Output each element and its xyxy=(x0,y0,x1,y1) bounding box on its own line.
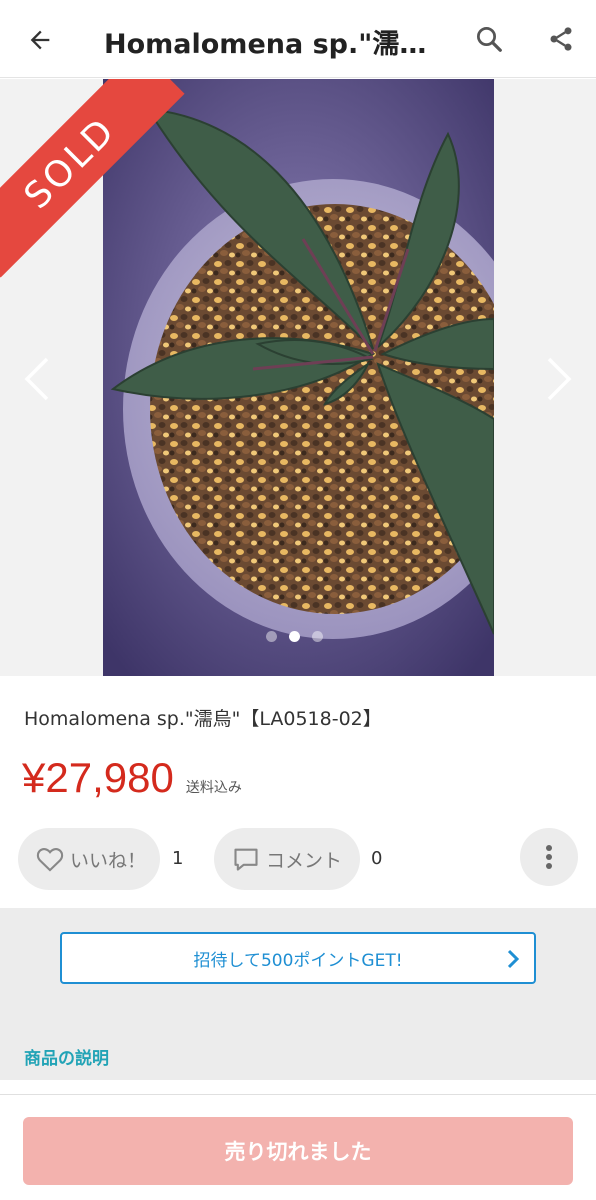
share-button[interactable] xyxy=(538,16,584,62)
chevron-left-icon xyxy=(24,357,49,401)
description-section-title: 商品の説明 xyxy=(24,1049,109,1069)
page-title: Homalomena sp."濡烏"… xyxy=(104,29,434,60)
back-button[interactable] xyxy=(18,18,62,62)
like-button[interactable]: いいね！ xyxy=(18,828,160,890)
price: ¥27,980 xyxy=(22,754,174,801)
price-row: ¥27,980 送料込み xyxy=(22,754,242,802)
product-name: Homalomena sp."濡烏"【LA0518-02】 xyxy=(24,708,382,730)
next-image-button[interactable] xyxy=(540,349,580,409)
heart-icon xyxy=(36,848,64,872)
more-vertical-icon xyxy=(546,845,552,869)
prev-image-button[interactable] xyxy=(16,349,56,409)
comment-count: 0 xyxy=(371,848,383,869)
app-header: Homalomena sp."濡烏"… xyxy=(0,0,596,78)
plant-photo xyxy=(103,79,494,676)
search-button[interactable] xyxy=(466,16,512,62)
comment-icon xyxy=(234,848,258,871)
pagination-dot[interactable] xyxy=(266,631,277,642)
footer-bar: 売り切れました xyxy=(0,1094,596,1200)
shipping-note: 送料込み xyxy=(185,780,242,796)
invite-label: 招待して500ポイントGET! xyxy=(193,950,403,971)
action-row: いいね！ 1 コメント 0 xyxy=(0,826,596,892)
comment-label: コメント xyxy=(266,849,343,872)
info-band: 招待して500ポイントGET! 商品の説明 xyxy=(0,908,596,1080)
share-icon xyxy=(550,27,572,51)
chevron-right-icon xyxy=(547,357,572,401)
sold-out-button[interactable]: 売り切れました xyxy=(23,1117,573,1185)
sold-out-label: 売り切れました xyxy=(224,1140,372,1164)
search-icon xyxy=(477,27,502,52)
more-options-button[interactable] xyxy=(520,828,578,886)
chevron-right-icon xyxy=(507,949,520,969)
pagination-dot[interactable] xyxy=(312,631,323,642)
like-label: いいね！ xyxy=(70,849,147,872)
like-count: 1 xyxy=(172,848,184,869)
pagination-dot-active[interactable] xyxy=(289,631,300,642)
product-photo[interactable] xyxy=(103,79,494,676)
pagination-dots xyxy=(266,631,323,642)
invite-button[interactable]: 招待して500ポイントGET! xyxy=(60,932,536,984)
arrow-left-icon xyxy=(30,30,50,50)
image-gallery[interactable]: SOLD xyxy=(0,79,596,676)
comment-button[interactable]: コメント xyxy=(214,828,360,890)
